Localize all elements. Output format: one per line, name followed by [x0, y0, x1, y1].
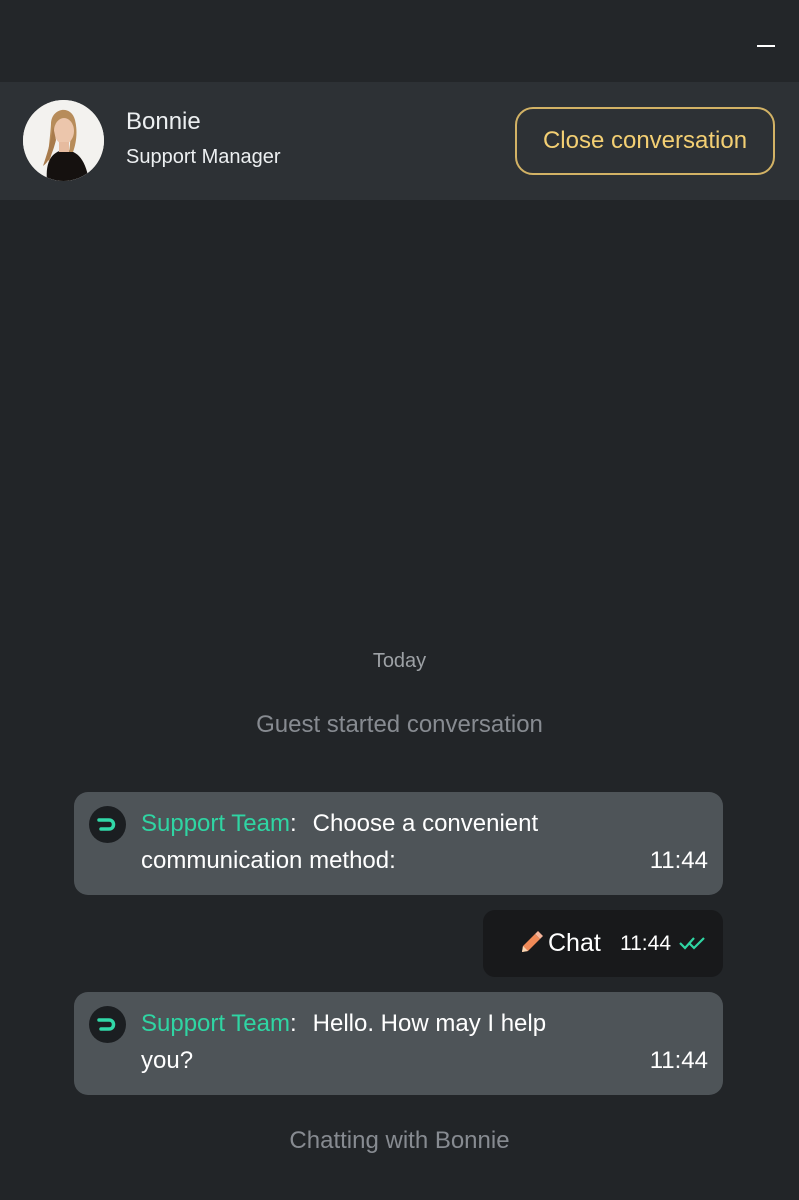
message-time: 11:44 — [649, 1047, 708, 1074]
message-time: 11:44 — [620, 932, 671, 955]
message-text: Chat — [548, 929, 601, 957]
system-message: Guest started conversation — [256, 711, 543, 738]
double-check-icon — [679, 937, 705, 950]
avatar-portrait-icon — [23, 100, 104, 181]
agent-role: Support Manager — [126, 146, 281, 168]
close-conversation-button[interactable]: Close conversation — [515, 107, 775, 175]
message-sender: Support Team — [141, 810, 290, 837]
minimize-icon[interactable] — [753, 30, 779, 56]
sender-separator: : — [289, 810, 297, 837]
message-text: Hello. How may I help — [312, 1010, 547, 1037]
widget-top-bar — [0, 0, 799, 82]
agent-header: Bonnie Support Manager Close conversatio… — [0, 82, 799, 200]
pencil-icon — [522, 931, 543, 952]
message-sender: Support Team — [141, 1010, 290, 1037]
message-text: communication method: — [141, 847, 396, 874]
message-line: Support Team: Hello. How may I help — [141, 1010, 546, 1038]
incoming-message: Support Team: Hello. How may I help you? … — [74, 992, 723, 1095]
message-line: Support Team: Choose a convenient — [141, 810, 538, 838]
chat-widget: Bonnie Support Manager Close conversatio… — [0, 0, 799, 1200]
day-divider: Today — [372, 650, 427, 672]
message-text: you? — [141, 1047, 194, 1074]
outgoing-message: Chat 11:44 — [483, 910, 723, 977]
agent-name: Bonnie — [126, 108, 201, 135]
bot-logo-icon — [89, 1006, 126, 1043]
message-text: Choose a convenient — [312, 810, 539, 837]
bot-logo-icon — [89, 806, 126, 843]
chat-status: Chatting with Bonnie — [289, 1127, 510, 1154]
incoming-message: Support Team: Choose a convenient communi… — [74, 792, 723, 895]
agent-avatar — [23, 100, 104, 181]
sender-separator: : — [289, 1010, 297, 1037]
message-time: 11:44 — [649, 847, 708, 874]
